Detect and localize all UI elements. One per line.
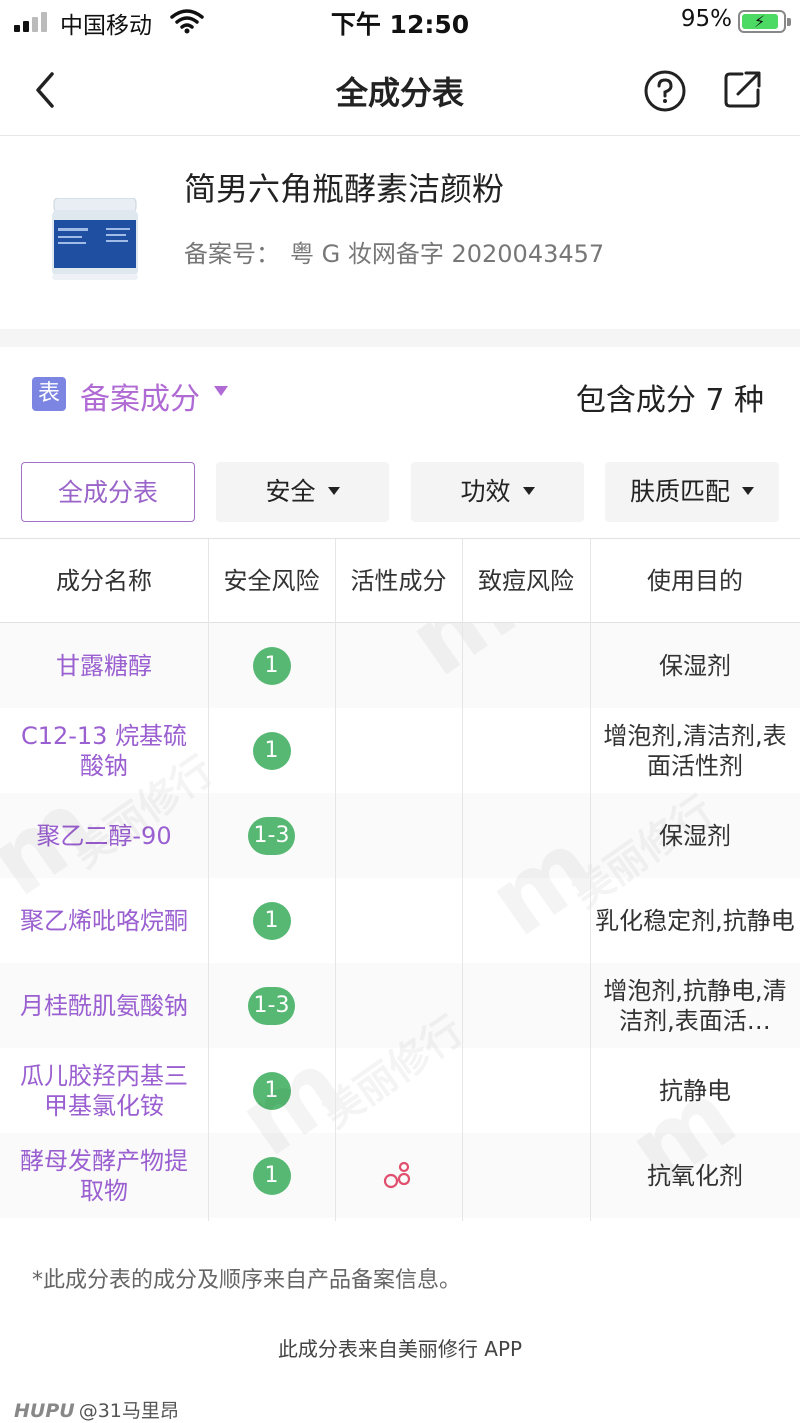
active-cell <box>335 963 462 1048</box>
header-ingredient-name: 成分名称 <box>56 567 152 595</box>
usage-purpose: 抗静电 <box>659 1076 731 1105</box>
caret-down-icon <box>327 487 340 495</box>
registration-number: 备案号： 粤 G 妆网备字 2020043457 <box>184 234 604 269</box>
usage-purpose: 乳化稳定剂,抗静电 <box>595 906 795 935</box>
tab-efficacy[interactable]: 功效 <box>411 462 584 522</box>
ingredient-name[interactable]: 酵母发酵产物提取物 <box>0 1133 208 1218</box>
active-cell <box>335 623 462 708</box>
ingredient-count: 包含成分 7 种 <box>575 383 764 418</box>
battery-icon: ⚡ <box>738 10 791 33</box>
header-safety-risk: 安全风险 <box>223 567 320 595</box>
table-row[interactable]: C12-13 烷基硫酸钠 1 增泡剂,清洁剂,表面活性剂 <box>0 708 800 793</box>
registration-label: 备案号： <box>184 240 280 268</box>
safety-badge: 1 <box>252 646 291 685</box>
tab-label: 安全 <box>265 477 316 506</box>
registration-value: 粤 G 妆网备字 2020043457 <box>290 240 605 268</box>
usage-purpose: 增泡剂,清洁剂,表面活性剂 <box>603 721 787 780</box>
question-circle-icon[interactable] <box>643 69 687 113</box>
caret-down-icon[interactable] <box>214 386 228 396</box>
usage-purpose: 保湿剂 <box>659 651 731 680</box>
credit-user: @31马里昂 <box>78 1400 179 1422</box>
credit-brand: HUPU <box>14 1400 75 1422</box>
ingredient-name[interactable]: 聚乙烯吡咯烷酮 <box>0 878 208 963</box>
safety-badge: 1 <box>252 731 291 770</box>
molecule-icon[interactable] <box>382 1161 416 1191</box>
tab-skin-match[interactable]: 肤质匹配 <box>605 462 779 522</box>
header-acne-risk: 致痘风险 <box>478 567 574 595</box>
source-note: *此成分表的成分及顺序来自产品备案信息。 <box>32 1268 462 1293</box>
header-active-ingredient: 活性成分 <box>350 567 447 595</box>
ingredient-name[interactable]: C12-13 烷基硫酸钠 <box>0 708 208 793</box>
table-row[interactable]: 聚乙烯吡咯烷酮 1 乳化稳定剂,抗静电 <box>0 878 800 963</box>
safety-badge: 1-3 <box>247 986 296 1025</box>
table-icon: 表 <box>32 377 66 411</box>
column-divider <box>590 539 591 1221</box>
active-cell <box>335 1133 462 1218</box>
product-name: 简男六角瓶酵素洁颜粉 <box>184 170 505 208</box>
data-source: 此成分表来自美丽修行 APP <box>277 1337 523 1361</box>
tab-full-list[interactable]: 全成分表 <box>21 462 195 522</box>
safety-cell: 1 <box>208 708 335 793</box>
table-row[interactable]: 月桂酰肌氨酸钠 1-3 增泡剂,抗静电,清洁剂,表面活… <box>0 963 800 1048</box>
battery-percent: 95% <box>680 6 732 32</box>
safety-cell: 1 <box>208 1048 335 1133</box>
ingredient-name[interactable]: 月桂酰肌氨酸钠 <box>0 963 208 1048</box>
table-row[interactable]: 聚乙二醇-90 1-3 保湿剂 <box>0 793 800 878</box>
safety-badge: 1-3 <box>247 816 296 855</box>
caret-down-icon <box>522 487 535 495</box>
status-bar: 中国移动 下午 12:50 95% ⚡ <box>0 0 800 44</box>
safety-cell: 1-3 <box>208 793 335 878</box>
active-cell <box>335 878 462 963</box>
header-usage-purpose: 使用目的 <box>647 567 743 595</box>
tab-safety[interactable]: 安全 <box>216 462 389 522</box>
nav-bar: 全成分表 <box>0 44 800 136</box>
safety-cell: 1 <box>208 1133 335 1218</box>
usage-purpose: 保湿剂 <box>659 821 731 850</box>
active-cell <box>335 708 462 793</box>
safety-badge: 1 <box>252 901 291 940</box>
ingredient-name[interactable]: 甘露糖醇 <box>0 623 208 708</box>
section-divider <box>0 329 800 347</box>
charging-bolt-icon: ⚡ <box>754 12 766 31</box>
share-external-icon[interactable] <box>722 68 764 110</box>
column-divider <box>208 539 209 1221</box>
usage-purpose: 抗氧化剂 <box>647 1161 743 1190</box>
safety-badge: 1 <box>252 1071 291 1110</box>
safety-badge: 1 <box>252 1156 291 1195</box>
ingredient-table: 甘露糖醇 1 保湿剂 C12-13 烷基硫酸钠 1 增泡剂,清洁剂,表面活性剂 … <box>0 538 800 1221</box>
image-credit: HUPU @31马里昂 <box>14 1396 179 1423</box>
safety-cell: 1 <box>208 623 335 708</box>
table-row[interactable]: 甘露糖醇 1 保湿剂 <box>0 623 800 708</box>
table-row[interactable]: 酵母发酵产物提取物 1 抗氧化剂 <box>0 1133 800 1218</box>
safety-cell: 1-3 <box>208 963 335 1048</box>
usage-purpose: 增泡剂,抗静电,清洁剂,表面活… <box>603 976 787 1035</box>
table-row[interactable]: 瓜儿胶羟丙基三甲基氯化铵 1 抗静电 <box>0 1048 800 1133</box>
tab-label: 全成分表 <box>57 478 158 507</box>
active-cell <box>335 1048 462 1133</box>
ingredient-name[interactable]: 瓜儿胶羟丙基三甲基氯化铵 <box>0 1048 208 1133</box>
table-header: 成分名称 安全风险 活性成分 致痘风险 使用目的 <box>0 539 800 623</box>
column-divider <box>462 539 463 1221</box>
product-card[interactable]: 简男六角瓶酵素洁颜粉 备案号： 粤 G 妆网备字 2020043457 <box>0 136 800 329</box>
tab-label: 功效 <box>460 477 511 506</box>
filter-tabs: 全成分表 安全 功效 肤质匹配 <box>0 462 800 524</box>
column-divider <box>335 539 336 1221</box>
active-cell <box>335 793 462 878</box>
ingredient-name[interactable]: 聚乙二醇-90 <box>0 793 208 878</box>
tab-label: 肤质匹配 <box>629 477 730 506</box>
caret-down-icon <box>742 487 754 495</box>
product-image <box>52 198 138 280</box>
section-header: 表 备案成分 包含成分 7 种 <box>0 347 800 447</box>
safety-cell: 1 <box>208 878 335 963</box>
section-dropdown[interactable]: 备案成分 <box>80 374 200 418</box>
